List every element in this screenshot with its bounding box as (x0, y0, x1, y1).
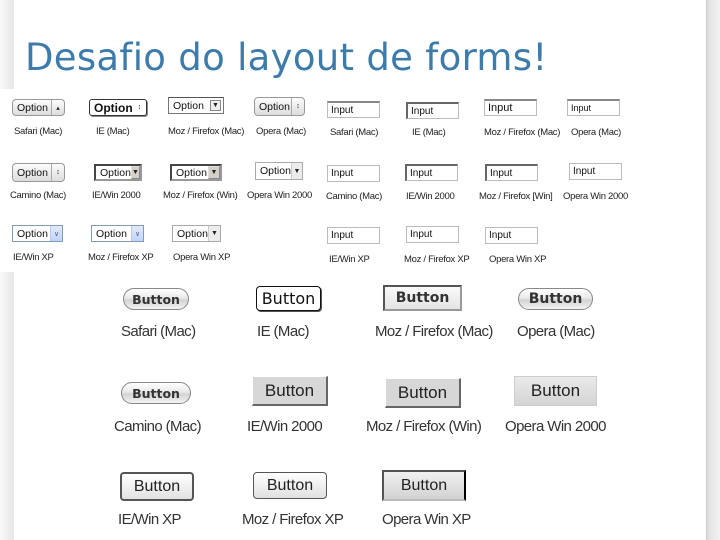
caption: IE/Win XP (13, 252, 54, 263)
chevron-down-icon: ∨ (50, 226, 62, 241)
caption: Opera (Mac) (571, 127, 622, 138)
dropdown-arrow-icon: ▼ (210, 100, 221, 111)
input-opera-mac[interactable]: Input (567, 99, 620, 116)
caption: Camino (Mac) (10, 190, 67, 201)
caption: Moz / Firefox XP (242, 511, 344, 528)
updown-arrow-icon: ↕ (291, 98, 304, 115)
caption: Opera Win 2000 (247, 190, 312, 201)
caption: Safari (Mac) (330, 127, 379, 138)
input-camino-mac[interactable]: Input (327, 165, 380, 182)
select-safari-mac[interactable]: Option ▴ (12, 99, 65, 116)
button-ie-mac[interactable]: Button (256, 286, 321, 311)
button-camino-mac[interactable]: Button (121, 382, 191, 404)
select-moz-firefox-xp[interactable]: Option ∨ (91, 225, 144, 242)
select-opera-win-xp[interactable]: Option ▼ (172, 225, 221, 242)
button-opera-win-xp[interactable]: Button (382, 470, 466, 501)
slide-right-edge (706, 0, 720, 540)
caption: Moz / Firefox (Mac) (168, 126, 245, 137)
updown-arrow-icon: ↕ (51, 164, 64, 181)
updown-arrow-icon: ▴ (51, 100, 64, 115)
caption: Moz / Firefox (Mac) (375, 323, 493, 340)
caption: Moz / Firefox (Mac) (484, 127, 561, 138)
caption: Opera Win XP (489, 254, 547, 265)
caption: IE/Win XP (118, 511, 182, 528)
select-opera-mac[interactable]: Option ↕ (254, 97, 305, 116)
caption: IE (Mac) (96, 126, 130, 137)
caption: Moz / Firefox XP (404, 254, 470, 265)
caption: Opera (Mac) (256, 126, 307, 137)
input-opera-win-xp[interactable]: Input (485, 227, 538, 244)
select-value: Option (260, 165, 291, 177)
caption: Moz / Firefox (Win) (163, 190, 238, 201)
input-moz-firefox-win[interactable]: Input (485, 164, 538, 181)
input-opera-win2000[interactable]: Input (569, 163, 622, 180)
button-ie-win2000[interactable]: Button (252, 376, 328, 406)
select-opera-win2000[interactable]: Option ▼ (255, 162, 303, 180)
caption: IE/Win XP (329, 254, 370, 265)
caption: Opera (Mac) (517, 323, 595, 340)
select-value: Option (177, 227, 208, 240)
caption: IE (Mac) (257, 323, 309, 340)
select-value: Option (17, 166, 48, 179)
dropdown-arrow-icon: ▼ (207, 226, 220, 241)
caption: Camino (Mac) (114, 418, 202, 435)
caption: Moz / Firefox XP (88, 252, 154, 263)
button-opera-mac[interactable]: Button (518, 288, 593, 310)
chevron-down-icon: ∨ (131, 226, 143, 241)
select-value: Option (173, 99, 204, 112)
input-moz-firefox-xp[interactable]: Input (406, 226, 459, 243)
select-moz-firefox-win[interactable]: Option ▼ (170, 164, 222, 181)
select-value: Option (17, 227, 48, 240)
button-moz-firefox-win[interactable]: Button (385, 378, 461, 408)
caption: Camino (Mac) (326, 191, 383, 202)
button-moz-firefox-mac[interactable]: Button (383, 285, 462, 311)
caption: Moz / Firefox (Win) (366, 418, 482, 435)
dropdown-arrow-icon: ▼ (208, 166, 220, 179)
input-moz-firefox-mac[interactable]: Input (484, 99, 537, 116)
caption: IE/Win 2000 (92, 190, 141, 201)
button-opera-win2000[interactable]: Button (514, 376, 597, 406)
input-safari-mac[interactable]: Input (327, 101, 380, 118)
dropdown-arrow-icon: ▼ (130, 166, 140, 179)
input-ie-mac[interactable]: Input (406, 102, 459, 119)
caption: IE/Win 2000 (247, 418, 323, 435)
button-ie-win-xp[interactable]: Button (120, 472, 194, 501)
input-ie-win-xp[interactable]: Input (327, 227, 380, 244)
caption: Opera Win XP (173, 252, 231, 263)
caption: IE/Win 2000 (406, 191, 455, 202)
caption: IE (Mac) (412, 127, 446, 138)
select-value: Option (96, 227, 127, 240)
select-value: Option (259, 100, 290, 113)
caption: Safari (Mac) (14, 126, 63, 137)
select-value: Option (17, 101, 48, 114)
caption: Opera Win 2000 (563, 191, 628, 202)
caption: Safari (Mac) (121, 323, 196, 340)
select-ie-win-xp[interactable]: Option ∨ (12, 225, 63, 242)
page-title: Desafio do layout de forms! (25, 36, 548, 79)
select-value: Option (176, 166, 207, 179)
select-ie-win2000[interactable]: Option ▼ (94, 164, 142, 181)
caption: Opera Win XP (382, 511, 471, 528)
select-camino-mac[interactable]: Option ↕ (12, 163, 65, 182)
input-ie-win2000[interactable]: Input (405, 164, 458, 181)
caption: Moz / Firefox [Win] (479, 191, 553, 202)
select-value: Option (100, 166, 131, 179)
caption: Opera Win 2000 (505, 418, 606, 435)
select-moz-firefox-mac[interactable]: Option ▼ (168, 97, 224, 114)
dropdown-arrow-icon: ▼ (290, 163, 302, 179)
button-moz-firefox-xp[interactable]: Button (253, 472, 327, 499)
updown-arrow-icon: ↕ (137, 104, 142, 111)
select-ie-mac[interactable]: Option ↕ (89, 99, 147, 116)
button-safari-mac[interactable]: Button (123, 288, 189, 310)
select-value: Option (94, 100, 133, 115)
